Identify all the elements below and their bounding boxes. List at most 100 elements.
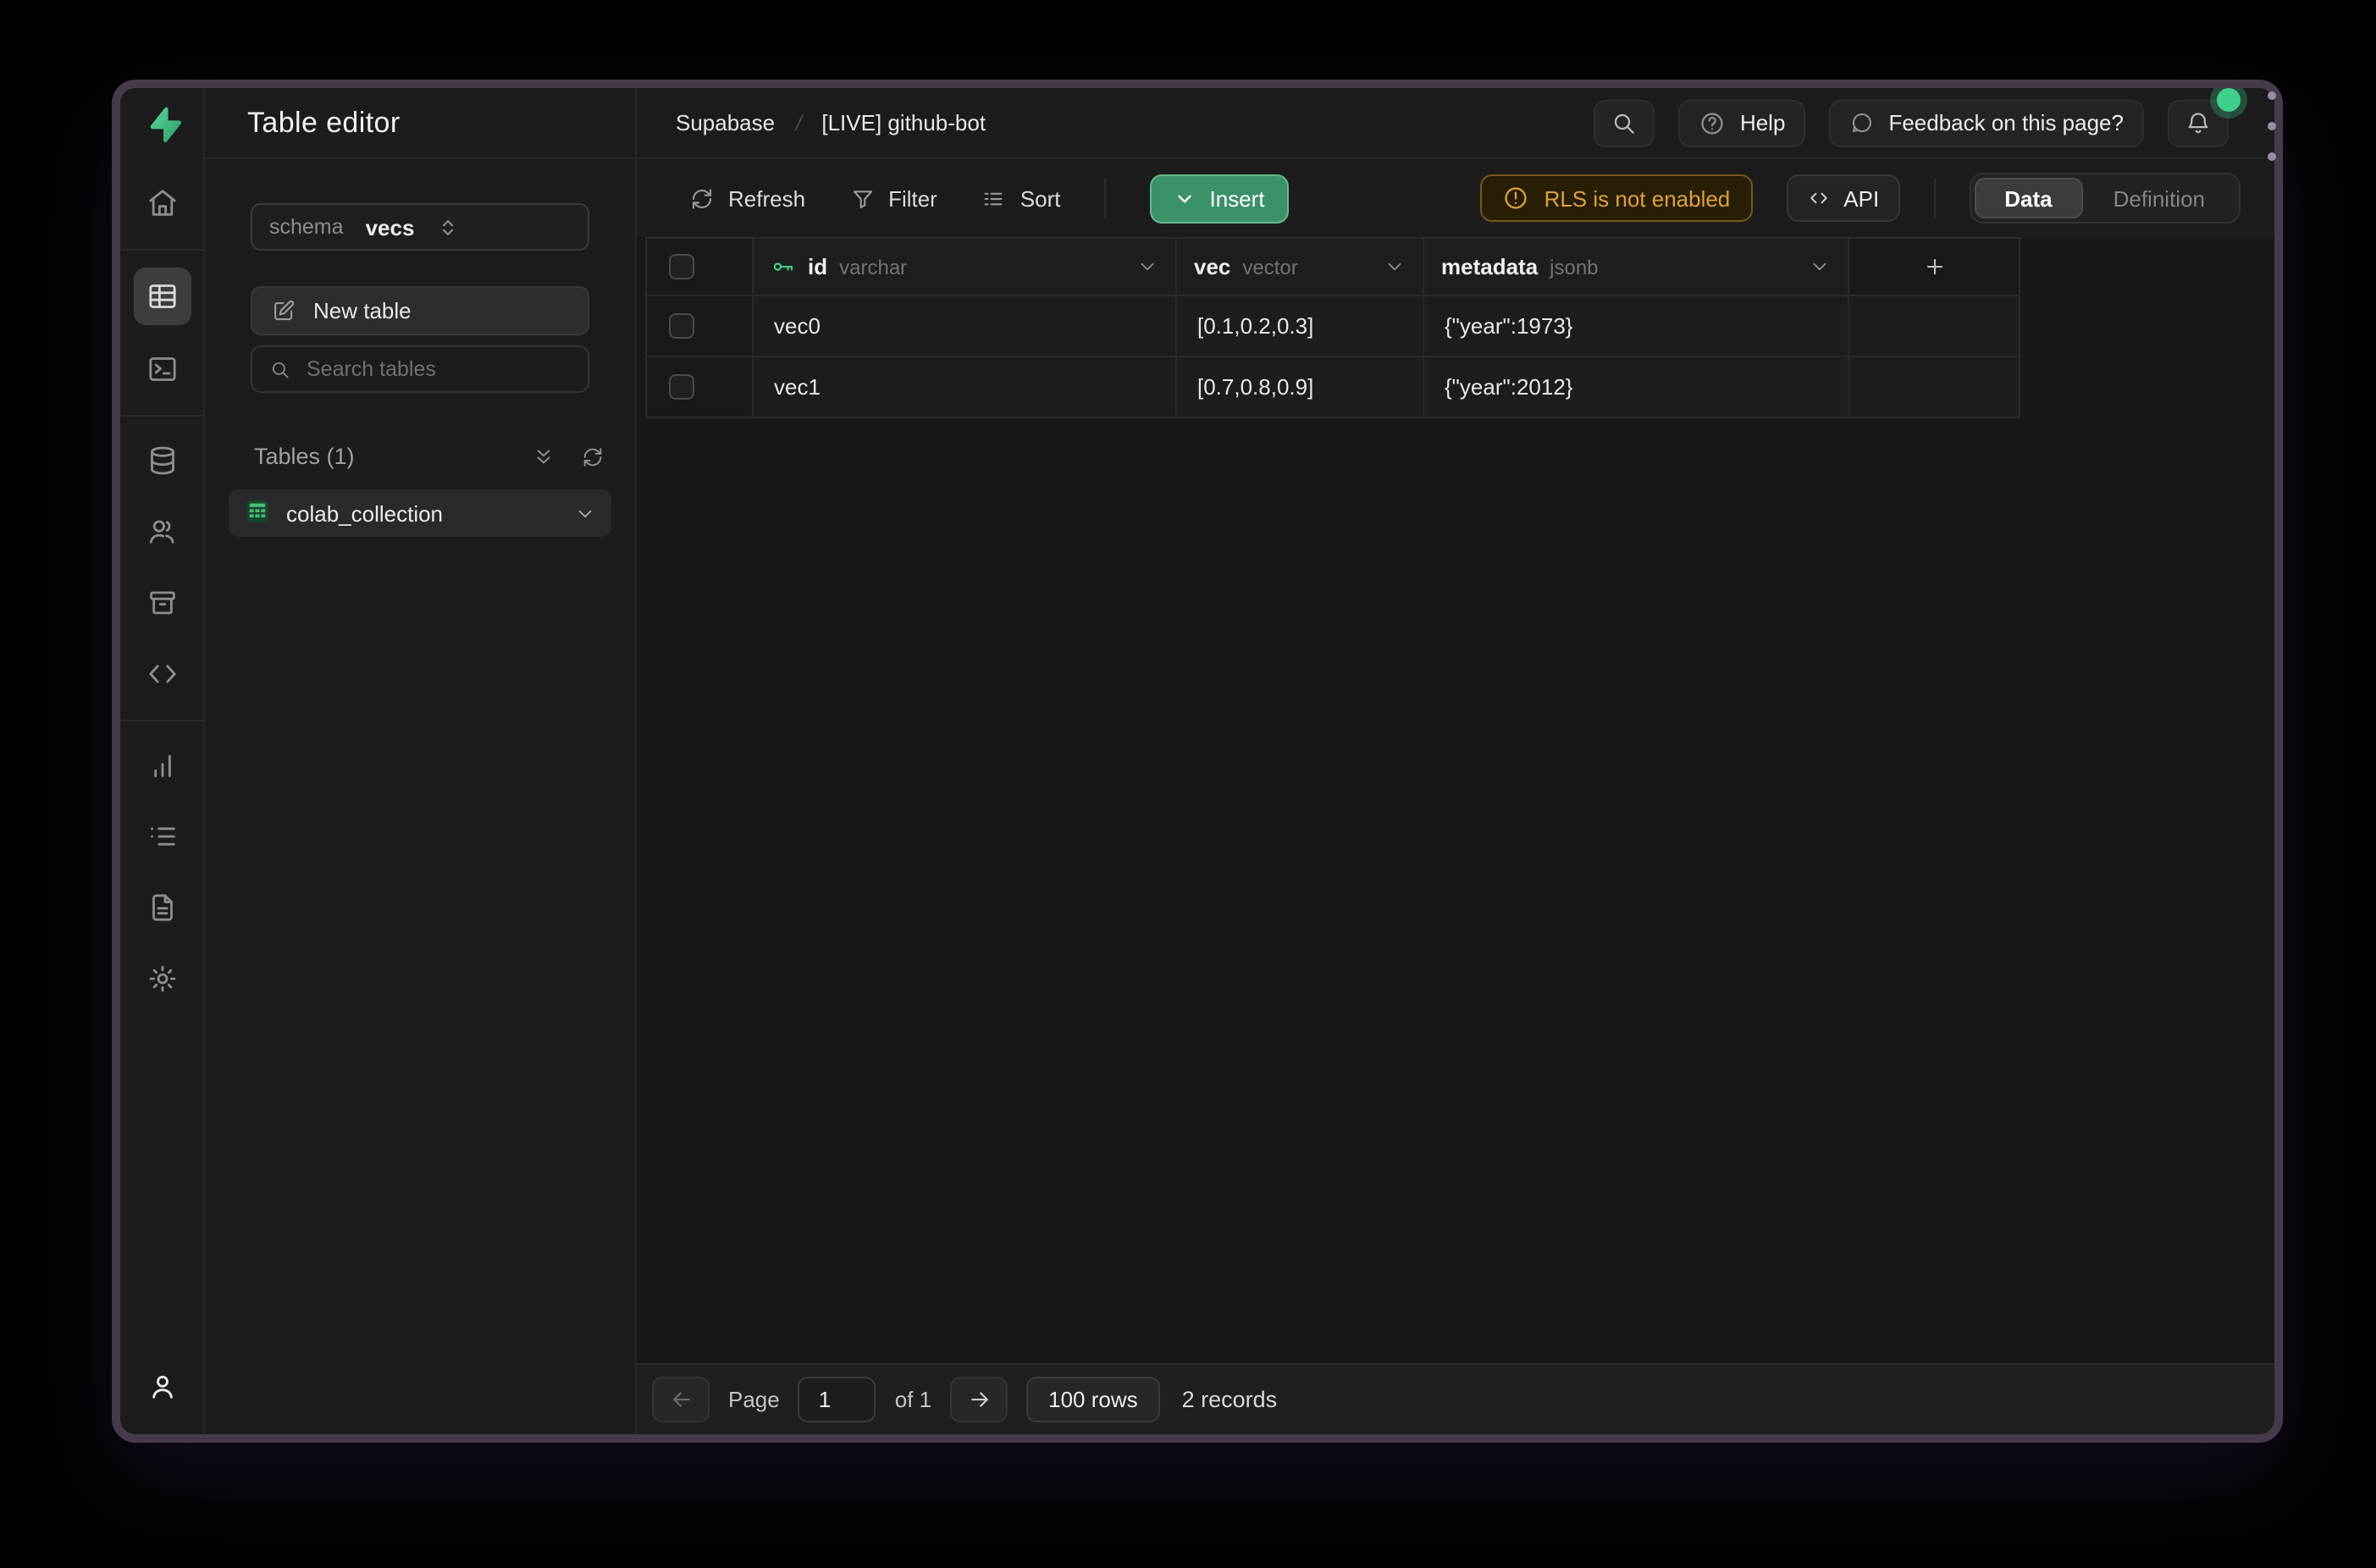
desktop: Table editor schema vecs New table bbox=[0, 0, 2376, 1568]
sort-button[interactable]: Sort bbox=[981, 185, 1061, 211]
search-tables-input[interactable] bbox=[307, 357, 571, 381]
schema-select-label: schema bbox=[269, 215, 344, 239]
archive-icon bbox=[145, 586, 179, 620]
refresh-tables-icon[interactable] bbox=[581, 444, 605, 468]
cell-empty bbox=[1849, 296, 2020, 357]
feedback-button[interactable]: Feedback on this page? bbox=[1829, 99, 2144, 146]
breadcrumb-project[interactable]: [LIVE] github-bot bbox=[821, 110, 986, 135]
chevron-down-icon[interactable] bbox=[574, 502, 596, 524]
column-type: varchar bbox=[839, 255, 907, 279]
select-all-checkbox[interactable] bbox=[669, 254, 694, 279]
new-table-button[interactable]: New table bbox=[251, 286, 589, 335]
cell-id[interactable]: vec0 bbox=[754, 296, 1177, 357]
user-icon bbox=[145, 1370, 179, 1404]
rail-item-edge-functions[interactable] bbox=[135, 647, 189, 701]
funnel-icon bbox=[849, 185, 875, 211]
bar-chart-icon bbox=[145, 748, 179, 782]
chevrons-up-down-icon bbox=[436, 216, 458, 238]
chevron-down-icon[interactable] bbox=[1136, 256, 1158, 278]
page-title: Table editor bbox=[247, 106, 401, 140]
rls-warning-badge[interactable]: RLS is not enabled bbox=[1480, 174, 1753, 222]
column-type: jsonb bbox=[1550, 255, 1598, 279]
cell-id[interactable]: vec1 bbox=[754, 357, 1177, 418]
breadcrumb-separator: / bbox=[793, 110, 804, 135]
tab-data[interactable]: Data bbox=[1974, 178, 2082, 218]
pagination-footer: Page of 1 100 rows 2 records bbox=[637, 1363, 2274, 1434]
rail-item-table-editor[interactable] bbox=[133, 268, 191, 325]
data-grid: id varchar vec vector bbox=[645, 237, 2022, 418]
rail-divider bbox=[120, 249, 203, 251]
previous-page-button[interactable] bbox=[652, 1377, 710, 1422]
select-all-cell[interactable] bbox=[647, 239, 754, 296]
rail-item-settings[interactable] bbox=[135, 952, 189, 1006]
arrow-right-icon bbox=[966, 1387, 992, 1412]
chevron-down-icon[interactable] bbox=[1384, 256, 1406, 278]
help-label: Help bbox=[1740, 110, 1786, 135]
cell-vec[interactable]: [0.7,0.8,0.9] bbox=[1177, 357, 1424, 418]
chevron-down-icon[interactable] bbox=[1809, 256, 1831, 278]
gear-icon bbox=[145, 962, 179, 996]
chevron-down-icon bbox=[1174, 187, 1196, 209]
feedback-label: Feedback on this page? bbox=[1888, 110, 2124, 135]
rail-divider bbox=[120, 415, 203, 417]
row-checkbox[interactable] bbox=[669, 313, 694, 339]
breadcrumb-org[interactable]: Supabase bbox=[676, 110, 775, 135]
api-button[interactable]: API bbox=[1786, 174, 1899, 222]
filter-button[interactable]: Filter bbox=[849, 185, 937, 211]
rail-item-database[interactable] bbox=[135, 433, 189, 488]
tables-heading-row: Tables (1) bbox=[229, 444, 611, 469]
refresh-button[interactable]: Refresh bbox=[689, 185, 805, 211]
column-header-id[interactable]: id varchar bbox=[754, 239, 1177, 296]
global-search-button[interactable] bbox=[1594, 99, 1655, 146]
notification-status-dot bbox=[2217, 87, 2241, 111]
grid-toolbar: Refresh Filter Sort bbox=[637, 159, 2274, 237]
sort-list-icon bbox=[981, 185, 1007, 211]
schema-select-value: vecs bbox=[366, 214, 415, 240]
add-column-button[interactable] bbox=[1849, 239, 2020, 296]
frame-dot-icon bbox=[2268, 91, 2276, 100]
main-header: Supabase / [LIVE] github-bot Help bbox=[637, 88, 2274, 159]
rail-item-home[interactable] bbox=[135, 176, 189, 230]
rail-item-account[interactable] bbox=[135, 1360, 189, 1414]
rows-per-page-button[interactable]: 100 rows bbox=[1026, 1377, 1160, 1422]
help-button[interactable]: Help bbox=[1679, 99, 1806, 146]
table-row: vec0 [0.1,0.2,0.3] {"year":1973} bbox=[647, 296, 2022, 357]
column-name: id bbox=[808, 254, 827, 279]
toolbar-divider bbox=[1933, 178, 1935, 218]
insert-button[interactable]: Insert bbox=[1151, 174, 1289, 223]
supabase-logo[interactable] bbox=[120, 88, 203, 159]
rail-item-sql-editor[interactable] bbox=[135, 342, 189, 396]
table-grid-icon bbox=[244, 497, 271, 529]
column-header-vec[interactable]: vec vector bbox=[1177, 239, 1424, 296]
row-select-cell[interactable] bbox=[647, 296, 754, 357]
row-checkbox[interactable] bbox=[669, 374, 694, 400]
cell-metadata[interactable]: {"year":2012} bbox=[1424, 357, 1849, 418]
toolbar-right: RLS is not enabled API Data Definition bbox=[1480, 173, 2241, 224]
rail-item-reports[interactable] bbox=[135, 738, 189, 792]
rail-item-auth[interactable] bbox=[135, 505, 189, 559]
column-name: metadata bbox=[1441, 254, 1538, 279]
rail-divider bbox=[120, 720, 203, 721]
column-header-metadata[interactable]: metadata jsonb bbox=[1424, 239, 1849, 296]
rls-warning-label: RLS is not enabled bbox=[1544, 185, 1731, 211]
table-list-item-colab-collection[interactable]: colab_collection bbox=[229, 489, 611, 537]
refresh-icon bbox=[689, 185, 715, 211]
tab-definition[interactable]: Definition bbox=[2083, 178, 2235, 218]
grid-header-row: id varchar vec vector bbox=[647, 237, 2022, 296]
cell-metadata[interactable]: {"year":1973} bbox=[1424, 296, 1849, 357]
row-select-cell[interactable] bbox=[647, 357, 754, 418]
data-grid-area: id varchar vec vector bbox=[637, 237, 2274, 1363]
code-brackets-icon bbox=[145, 657, 179, 691]
alert-circle-icon bbox=[1502, 185, 1529, 212]
header-actions: Help Feedback on this page? bbox=[1594, 99, 2229, 146]
collapse-all-icon[interactable] bbox=[532, 444, 555, 468]
rail-item-logs[interactable] bbox=[135, 809, 189, 864]
rail-item-storage[interactable] bbox=[135, 576, 189, 630]
tables-section: Tables (1) bbox=[205, 444, 635, 537]
page-number-input[interactable] bbox=[798, 1377, 876, 1422]
schema-select[interactable]: schema vecs bbox=[251, 203, 589, 251]
rail-item-docs[interactable] bbox=[135, 881, 189, 935]
next-page-button[interactable] bbox=[950, 1377, 1008, 1422]
toolbar-divider bbox=[1105, 178, 1107, 218]
cell-vec[interactable]: [0.1,0.2,0.3] bbox=[1177, 296, 1424, 357]
